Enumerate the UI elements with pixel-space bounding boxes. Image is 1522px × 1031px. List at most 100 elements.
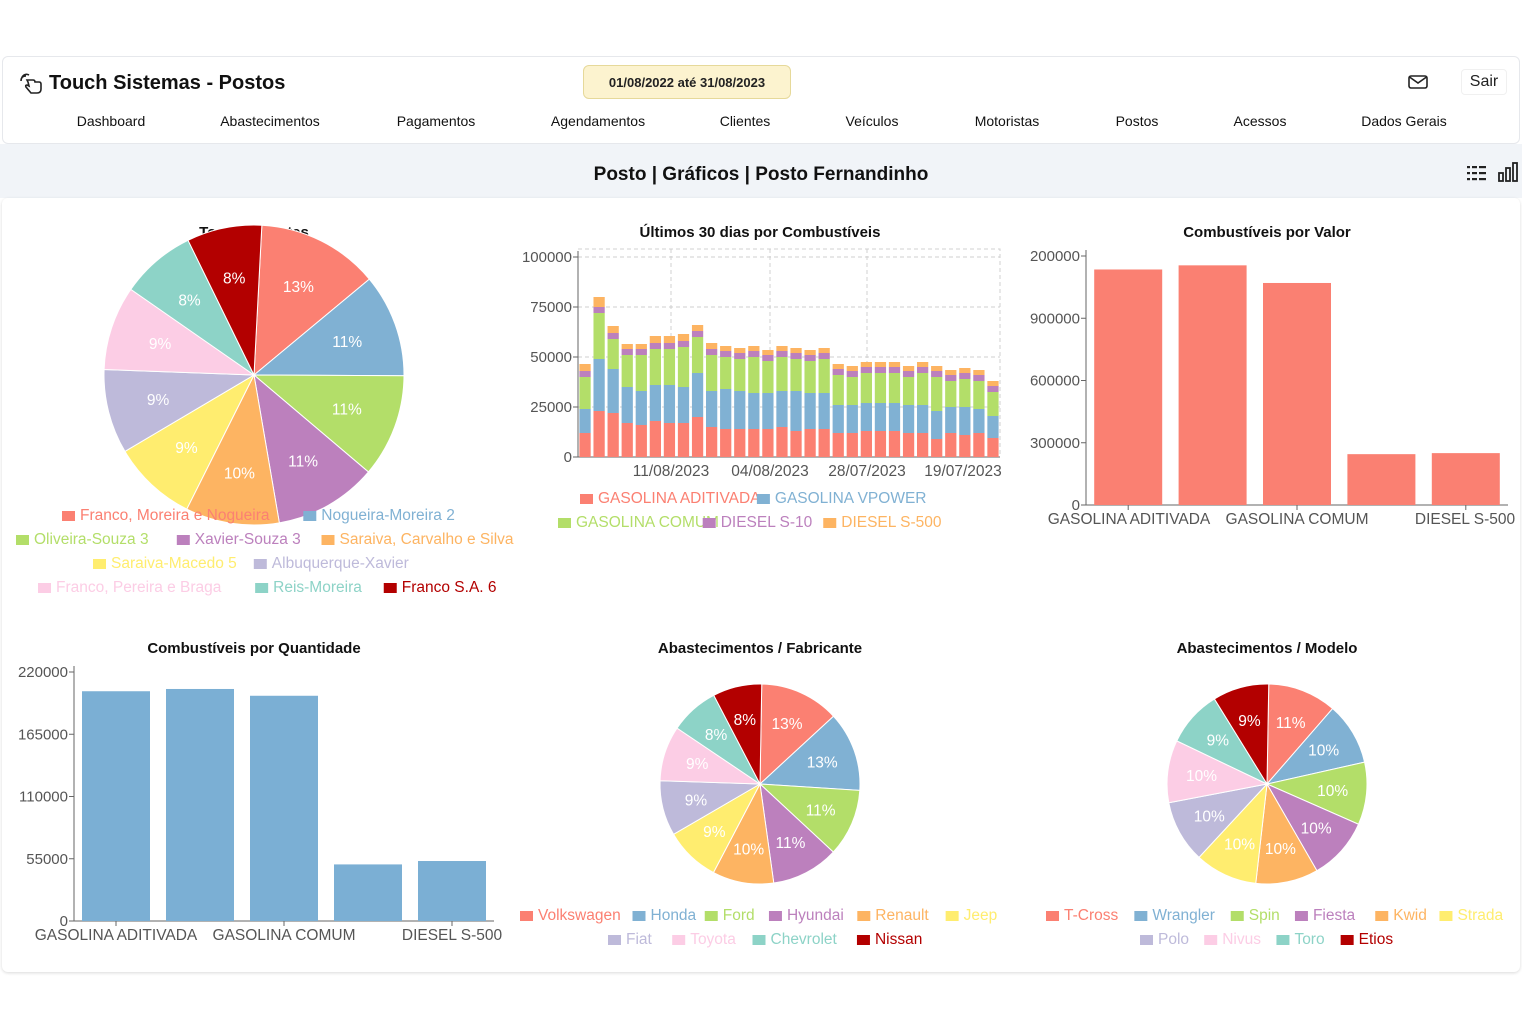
bar-segment: [720, 357, 732, 389]
bar-segment: [593, 307, 605, 313]
legend-swatch: [16, 535, 29, 545]
y-tick-label: 900000: [1030, 310, 1080, 327]
y-tick-label: 200000: [1030, 248, 1080, 265]
bar-segment: [607, 326, 619, 333]
bar-segment: [663, 343, 676, 349]
legend-swatch: [608, 935, 621, 945]
slice-label: 11%: [288, 453, 318, 470]
bar-segment: [832, 369, 844, 375]
bar: [1263, 282, 1331, 505]
bar-segment: [931, 411, 943, 439]
bar-segment: [888, 431, 901, 457]
slice-label: 9%: [147, 392, 170, 409]
bar-segment: [804, 361, 816, 393]
bar-segment: [945, 407, 957, 433]
bar-segment: [832, 433, 844, 457]
bar-segment: [691, 331, 704, 337]
bar-segment: [931, 371, 943, 377]
slice-label: 10%: [1317, 783, 1348, 800]
slice-label: 10%: [1186, 768, 1217, 785]
bar-segment: [621, 355, 633, 387]
slice-label: 8%: [178, 292, 201, 309]
y-tick-label: 55000: [26, 851, 68, 868]
bar-segment: [902, 366, 915, 371]
bar-segment: [748, 429, 760, 457]
slice-label: 8%: [734, 712, 757, 729]
bar-segment: [860, 367, 872, 373]
legend-swatch: [558, 518, 571, 528]
legend-swatch: [1340, 935, 1354, 945]
bar-segment: [888, 367, 901, 373]
legend-swatch: [1046, 911, 1059, 921]
bar-segment: [818, 429, 830, 457]
bar-segment: [973, 409, 985, 433]
bar: [250, 695, 318, 921]
bar-segment: [635, 391, 647, 425]
bar-segment: [762, 429, 774, 457]
bar-segment: [593, 411, 605, 457]
x-tick-label: GASOLINA COMUM: [213, 927, 356, 944]
slice-label: 11%: [1276, 715, 1306, 732]
legend-label: DIESEL S-10: [721, 514, 813, 531]
legend-label: DIESEL S-500: [841, 514, 942, 531]
bar-segment: [776, 427, 788, 457]
legend-swatch: [176, 535, 190, 545]
y-tick-label: 165000: [18, 726, 68, 743]
legend-label: Jeep: [964, 907, 998, 924]
bar-segment: [663, 423, 676, 457]
bar-segment: [832, 364, 844, 369]
bar-segment: [931, 439, 943, 457]
bar-segment: [959, 373, 971, 379]
bar-segment: [973, 375, 985, 381]
slice-label: 8%: [705, 727, 728, 744]
slice-label: 9%: [703, 824, 726, 841]
legend-label: Toyota: [690, 931, 736, 948]
bar-segment: [734, 353, 746, 359]
chart-title: Combustíveis por Valor: [1183, 224, 1351, 241]
legend-label: Renault: [875, 907, 929, 924]
bar-segment: [776, 346, 788, 351]
chart-title: Últimos 30 dias por Combustíveis: [640, 223, 881, 241]
legend-swatch: [702, 518, 716, 528]
chart-title: Abastecimentos / Fabricante: [658, 640, 862, 657]
legend-label: Strada: [1457, 907, 1503, 924]
bar-segment: [959, 435, 971, 457]
bar-segment: [902, 371, 915, 377]
bar-segment: [720, 351, 732, 357]
legend-swatch: [1230, 911, 1244, 921]
bar-segment: [762, 355, 774, 361]
slice-label: 13%: [772, 716, 803, 733]
slice-label: 9%: [686, 756, 709, 773]
bar-segment: [945, 370, 957, 375]
bar: [334, 864, 402, 921]
bar-segment: [804, 429, 816, 457]
x-tick-label: DIESEL S-500: [402, 927, 503, 944]
bar-segment: [818, 348, 830, 353]
bar-segment: [691, 325, 704, 331]
legend-label: Volkswagen: [538, 907, 621, 924]
bar-segment: [776, 351, 788, 357]
legend-label: Chevrolet: [771, 931, 838, 948]
slice-label: 10%: [1265, 841, 1296, 858]
bar-segment: [987, 392, 999, 416]
legend-label: Wrangler: [1152, 907, 1215, 924]
bar-segment: [579, 364, 591, 371]
y-tick-label: 110000: [19, 789, 68, 806]
legend-label: Franco, Moreira e Nogueira: [80, 507, 270, 524]
bar-segment: [691, 417, 704, 457]
slice-label: 10%: [1224, 836, 1255, 853]
legend-swatch: [1140, 935, 1153, 945]
legend-swatch: [672, 935, 686, 945]
bar-segment: [607, 369, 619, 413]
bar-segment: [621, 344, 633, 349]
bar: [1431, 453, 1500, 505]
bar-segment: [734, 429, 746, 457]
bar-segment: [790, 431, 802, 457]
slice-label: 10%: [224, 465, 255, 482]
bar-segment: [790, 359, 802, 391]
bar-segment: [931, 366, 943, 371]
bar-segment: [987, 386, 999, 392]
bar-segment: [874, 403, 887, 431]
bar-segment: [959, 407, 971, 435]
bar-segment: [691, 373, 704, 417]
